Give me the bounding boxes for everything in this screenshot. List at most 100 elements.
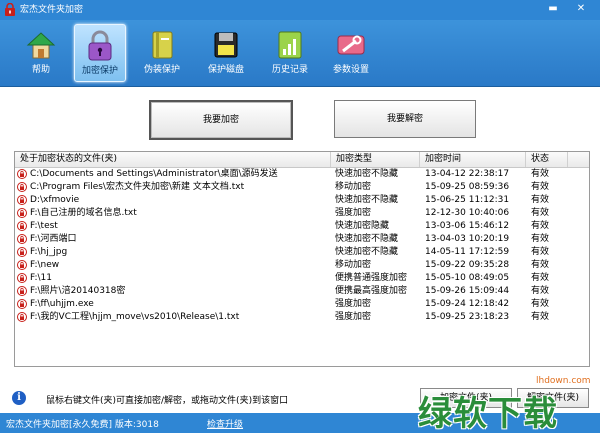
table-row[interactable]: F:\new 移动加密 15-09-22 09:35:28 有效: [15, 259, 589, 271]
cell-path: F:\河西端口: [30, 234, 77, 244]
app-window: 宏杰文件夹加密 ▬ ✕ 帮助 加密保护 伪装保护 保护磁盘 历史记录 参数设置 …: [0, 0, 600, 434]
cell-time: 12-12-30 10:40:06: [425, 208, 510, 218]
cell-time: 15-09-22 09:35:28: [425, 260, 510, 270]
cell-status: 有效: [531, 221, 550, 231]
info-icon: i: [12, 391, 26, 405]
cell-type: 快速加密不隐藏: [335, 234, 399, 244]
lock-icon: [17, 234, 27, 244]
cell-path: F:\11: [30, 273, 52, 283]
cell-time: 15-09-24 12:18:42: [425, 299, 510, 309]
cell-status: 有效: [531, 286, 550, 296]
cell-time: 13-04-12 22:38:17: [425, 169, 510, 179]
table-row[interactable]: F:\ff\uhjjm.exe 强度加密 15-09-24 12:18:42 有效: [15, 298, 589, 310]
cell-status: 有效: [531, 312, 550, 322]
table-row[interactable]: F:\我的VC工程\hjjm_move\vs2010\Release\1.txt…: [15, 311, 589, 323]
lock-icon: [17, 182, 27, 192]
table-row[interactable]: F:\自己注册的域名信息.txt 强度加密 12-12-30 10:40:06 有效: [15, 207, 589, 219]
toolbar-encrypt-protect[interactable]: 加密保护: [74, 24, 126, 82]
encrypt-button[interactable]: 我要加密: [149, 100, 293, 140]
cell-time: 15-06-25 11:12:31: [425, 195, 510, 205]
lock-icon: [17, 247, 27, 257]
toolbar-settings[interactable]: 参数设置: [326, 24, 376, 80]
cell-type: 快速加密不隐藏: [335, 247, 399, 257]
table-row[interactable]: F:\照片\涪20140318密 便携最高强度加密 15-09-26 15:09:4…: [15, 285, 589, 297]
cell-type: 快速加密隐藏: [335, 221, 390, 231]
wrench-icon: [337, 35, 365, 55]
version-text: 宏杰文件夹加密[永久免费] 版本:3018: [6, 420, 159, 430]
lock-icon: [17, 312, 27, 322]
cell-path: F:\new: [30, 260, 60, 270]
lock-icon: [88, 30, 112, 61]
cell-path: F:\test: [30, 221, 58, 231]
column-header-status[interactable]: 状态: [526, 152, 568, 167]
toolbar-label: 伪装保护: [143, 65, 180, 75]
toolbar-label: 保护磁盘: [207, 65, 244, 75]
check-update-link[interactable]: 检查升级: [207, 417, 243, 430]
toolbar-protect-disk[interactable]: 保护磁盘: [201, 24, 251, 80]
lock-icon: [17, 208, 27, 218]
column-header-type[interactable]: 加密类型: [331, 152, 420, 167]
toolbar-label: 历史记录: [271, 65, 308, 75]
column-header-path[interactable]: 处于加密状态的文件(夹): [15, 152, 331, 167]
cell-path: F:\照片\涪20140318密: [30, 286, 126, 296]
lock-icon: [17, 169, 27, 179]
window-title: 宏杰文件夹加密: [20, 5, 84, 15]
cell-type: 移动加密: [335, 260, 372, 270]
cell-type: 移动加密: [335, 182, 372, 192]
cell-path: C:\Documents and Settings\Administrator\…: [30, 169, 278, 179]
encrypted-files-list[interactable]: 处于加密状态的文件(夹) 加密类型 加密时间 状态 C:\Documents a…: [14, 151, 590, 367]
toolbar-history[interactable]: 历史记录: [265, 24, 315, 80]
cell-status: 有效: [531, 273, 550, 283]
title-bar[interactable]: 宏杰文件夹加密 ▬ ✕: [0, 0, 600, 20]
toolbar-help[interactable]: 帮助: [16, 24, 66, 80]
cell-status: 有效: [531, 299, 550, 309]
list-header: 处于加密状态的文件(夹) 加密类型 加密时间 状态: [15, 152, 589, 168]
lock-icon: [17, 299, 27, 309]
table-row[interactable]: C:\Documents and Settings\Administrator\…: [15, 168, 589, 180]
cell-path: F:\ff\uhjjm.exe: [30, 299, 94, 309]
cell-path: F:\hj_jpg: [30, 247, 68, 257]
table-row[interactable]: C:\Program Files\宏杰文件夹加密\新建 文本文档.txt 移动加密…: [15, 181, 589, 193]
cell-status: 有效: [531, 260, 550, 270]
toolbar-label: 参数设置: [332, 65, 369, 75]
minimize-button[interactable]: ▬: [545, 2, 561, 16]
toolbar-label: 帮助: [31, 65, 50, 75]
cell-status: 有效: [531, 208, 550, 218]
cell-type: 强度加密: [335, 208, 372, 218]
cell-path: D:\xfmovie: [30, 195, 80, 205]
cell-type: 强度加密: [335, 299, 372, 309]
book-icon: [152, 31, 173, 59]
history-icon: [278, 31, 302, 59]
cell-status: 有效: [531, 182, 550, 192]
cell-time: 15-05-10 08:49:05: [425, 273, 510, 283]
toolbar-disguise-protect[interactable]: 伪装保护: [137, 24, 187, 80]
cell-status: 有效: [531, 195, 550, 205]
lock-icon: [17, 260, 27, 270]
cell-status: 有效: [531, 169, 550, 179]
close-icon: ✕: [576, 3, 586, 14]
cell-path: F:\自己注册的域名信息.txt: [30, 208, 137, 218]
table-row[interactable]: D:\xfmovie 快速加密不隐藏 15-06-25 11:12:31 有效: [15, 194, 589, 206]
cell-time: 15-09-25 08:59:36: [425, 182, 510, 192]
table-row[interactable]: F:\test 快速加密隐藏 13-03-06 15:46:12 有效: [15, 220, 589, 232]
lock-icon: [17, 221, 27, 231]
cell-type: 强度加密: [335, 312, 372, 322]
cell-path: C:\Program Files\宏杰文件夹加密\新建 文本文档.txt: [30, 182, 245, 192]
encrypt-file-button[interactable]: 加密文件(夹): [420, 388, 512, 408]
app-lock-icon: [5, 3, 15, 16]
close-button[interactable]: ✕: [573, 2, 589, 16]
cell-type: 快速加密不隐藏: [335, 169, 399, 179]
decrypt-file-button[interactable]: 解密文件(夹): [517, 388, 589, 408]
main-panel: 我要加密 我要解密 处于加密状态的文件(夹) 加密类型 加密时间 状态 C:\D…: [0, 87, 600, 387]
info-text: 鼠标右键文件(夹)可直接加密/解密，或拖动文件(夹)到该窗口: [46, 396, 289, 406]
decrypt-button[interactable]: 我要解密: [334, 100, 476, 138]
cell-time: 14-05-11 17:12:59: [425, 247, 510, 257]
table-row[interactable]: F:\hj_jpg 快速加密不隐藏 14-05-11 17:12:59 有效: [15, 246, 589, 258]
cell-status: 有效: [531, 247, 550, 257]
disk-icon: [214, 32, 238, 58]
toolbar: 帮助 加密保护 伪装保护 保护磁盘 历史记录 参数设置: [0, 20, 600, 87]
table-row[interactable]: F:\11 便携普通强度加密 15-05-10 08:49:05 有效: [15, 272, 589, 284]
column-header-time[interactable]: 加密时间: [420, 152, 526, 167]
table-row[interactable]: F:\河西端口 快速加密不隐藏 13-04-03 10:20:19 有效: [15, 233, 589, 245]
cell-time: 13-04-03 10:20:19: [425, 234, 510, 244]
